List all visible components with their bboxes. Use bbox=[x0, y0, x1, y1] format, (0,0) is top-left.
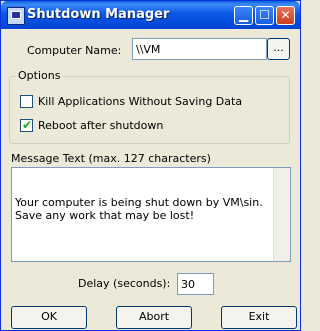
options-group-label: Options bbox=[16, 69, 63, 82]
reboot-after-shutdown-checkbox[interactable]: ✔ bbox=[20, 118, 33, 132]
reboot-after-shutdown-label[interactable]: Reboot after shutdown bbox=[38, 119, 163, 132]
close-button[interactable]: ✕ bbox=[276, 6, 295, 25]
app-icon bbox=[7, 7, 25, 25]
minimize-button[interactable]: ▁ bbox=[234, 6, 253, 25]
delay-input[interactable] bbox=[177, 273, 214, 295]
shutdown-manager-window: Shutdown Manager ▁ ☐ ✕ Computer Name: ..… bbox=[0, 0, 301, 331]
abort-button[interactable]: Abort bbox=[116, 306, 192, 329]
message-text-label: Message Text (max. 127 characters) bbox=[11, 152, 211, 165]
options-group: Options bbox=[9, 69, 290, 144]
kill-applications-label[interactable]: Kill Applications Without Saving Data bbox=[38, 95, 242, 108]
delay-label: Delay (seconds): bbox=[78, 277, 171, 290]
maximize-button[interactable]: ☐ bbox=[255, 6, 274, 25]
browse-computer-button[interactable]: ... bbox=[267, 38, 290, 60]
kill-applications-checkbox[interactable] bbox=[20, 95, 33, 108]
message-text-value: Your computer is being shut down by VM\s… bbox=[15, 196, 270, 222]
exit-button[interactable]: Exit bbox=[221, 306, 297, 329]
title-bar[interactable]: Shutdown Manager ▁ ☐ ✕ bbox=[1, 1, 300, 29]
ok-button[interactable]: OK bbox=[11, 306, 87, 329]
computer-name-input[interactable] bbox=[132, 38, 267, 60]
computer-name-label: Computer Name: bbox=[27, 44, 122, 57]
check-mark-icon: ✔ bbox=[22, 118, 33, 132]
window-title: Shutdown Manager bbox=[27, 7, 170, 22]
message-text-area[interactable]: Your computer is being shut down by VM\s… bbox=[11, 167, 291, 262]
message-scrollbar[interactable] bbox=[273, 168, 290, 261]
